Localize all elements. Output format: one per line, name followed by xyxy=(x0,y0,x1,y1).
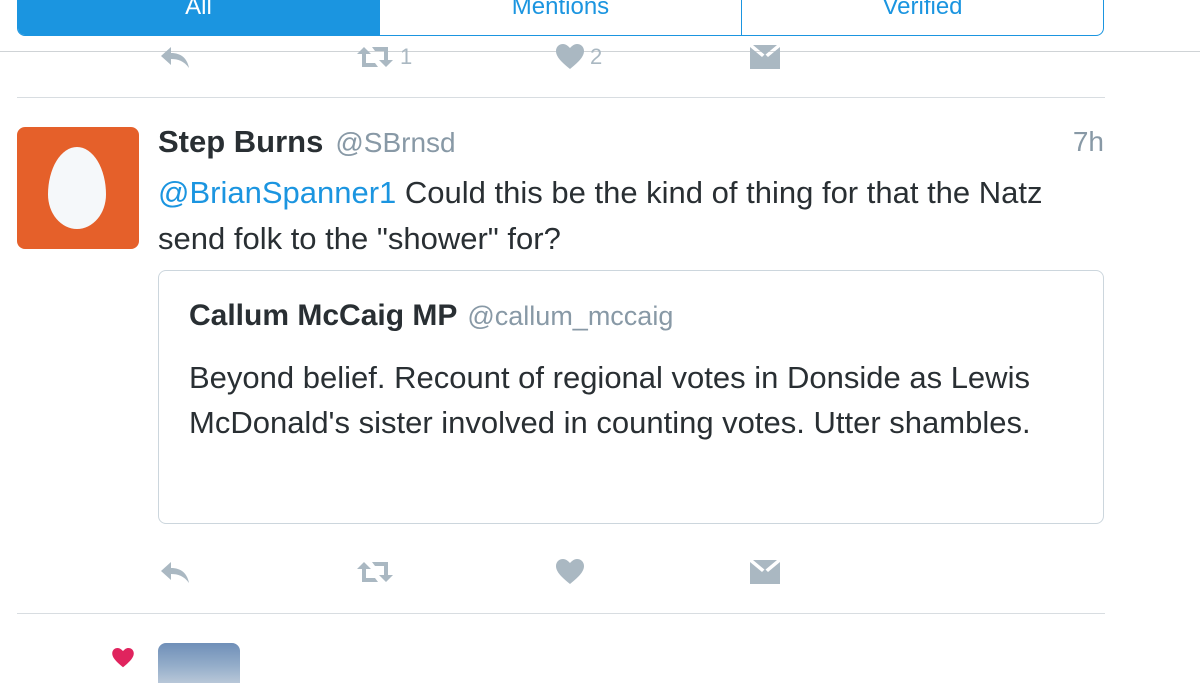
tweet-divider xyxy=(17,97,1105,98)
retweet-icon xyxy=(357,47,393,67)
direct-message-button[interactable] xyxy=(750,552,780,592)
like-icon xyxy=(556,44,584,69)
tweet-actions xyxy=(158,552,798,592)
tab-mentions[interactable]: Mentions xyxy=(380,0,742,35)
egg-avatar-icon xyxy=(48,147,106,229)
mention-link[interactable]: @BrianSpanner1 xyxy=(158,175,396,210)
retweet-button[interactable] xyxy=(356,552,394,592)
reply-button[interactable] xyxy=(158,37,192,77)
retweet-button[interactable]: 1 xyxy=(356,37,412,77)
retweet-count: 1 xyxy=(400,44,413,69)
tweet-text: @BrianSpanner1 Could this be the kind of… xyxy=(158,170,1118,262)
tweet-timestamp: 7h xyxy=(1072,126,1104,157)
avatar[interactable] xyxy=(158,643,240,683)
author-name[interactable]: Step Burns xyxy=(158,124,323,160)
avatar[interactable] xyxy=(17,127,139,249)
quoted-tweet-card[interactable]: Callum McCaig MP @callum_mccaig Beyond b… xyxy=(158,270,1104,524)
quoted-author-name: Callum McCaig MP xyxy=(189,299,458,332)
direct-message-button[interactable] xyxy=(750,37,780,77)
tab-all[interactable]: All xyxy=(18,0,380,35)
tweet-divider xyxy=(17,613,1105,614)
retweet-icon xyxy=(357,562,393,582)
quoted-author-handle: @callum_mccaig xyxy=(467,301,674,331)
tab-verified[interactable]: Verified xyxy=(742,0,1103,35)
direct-message-icon xyxy=(750,45,780,69)
heart-icon xyxy=(112,648,134,668)
filter-tabs: All Mentions Verified xyxy=(17,0,1104,36)
like-button[interactable] xyxy=(556,552,584,592)
quoted-tweet-text: Beyond belief. Recount of regional votes… xyxy=(189,360,1031,440)
author-handle[interactable]: @SBrnsd xyxy=(335,127,455,159)
reply-icon xyxy=(161,47,189,68)
like-icon xyxy=(556,559,584,584)
reply-icon xyxy=(161,562,189,583)
reply-button[interactable] xyxy=(158,552,192,592)
like-button[interactable]: 2 xyxy=(556,37,602,77)
like-count: 2 xyxy=(590,44,603,69)
tweet-header: Step Burns @SBrnsd xyxy=(158,124,456,164)
direct-message-icon xyxy=(750,560,780,584)
previous-tweet-actions: 1 2 xyxy=(158,37,798,77)
quoted-tweet-header: Callum McCaig MP @callum_mccaig xyxy=(189,299,673,333)
like-notification-indicator xyxy=(112,648,134,673)
